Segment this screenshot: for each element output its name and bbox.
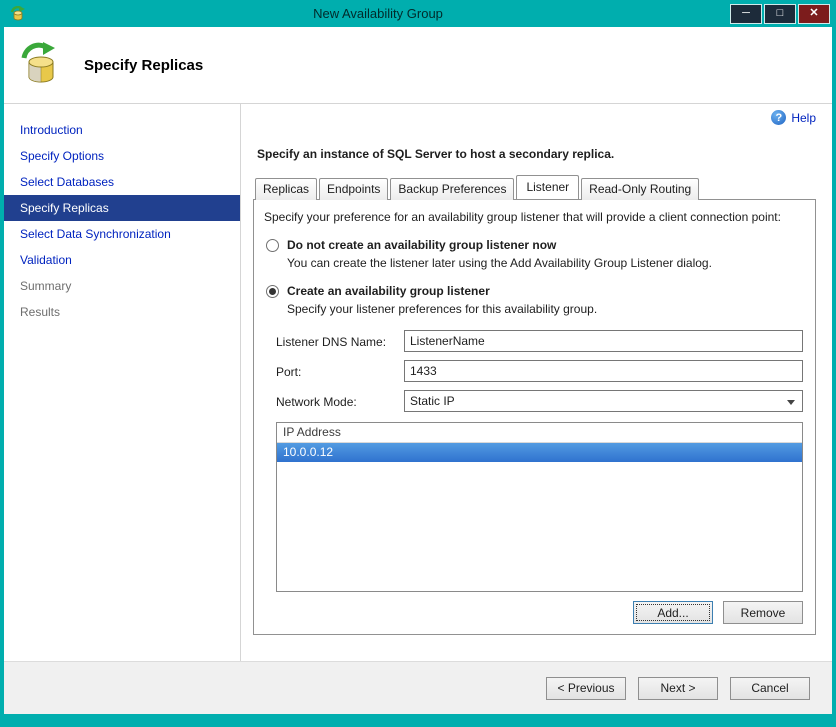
listener-tab-panel: Specify your preference for an availabil… [253, 199, 816, 635]
titlebar: New Availability Group ─ □ ✕ [4, 0, 832, 27]
next-button[interactable]: Next > [638, 676, 718, 700]
listener-form: Listener DNS Name: Port: Network Mode: S… [276, 330, 803, 412]
network-mode-select[interactable]: Static IP [404, 390, 803, 412]
network-mode-value: Static IP [410, 394, 455, 408]
tab-replicas[interactable]: Replicas [255, 178, 318, 200]
ip-address-row[interactable]: 10.0.0.12 [277, 443, 802, 462]
dns-name-label: Listener DNS Name: [276, 334, 387, 349]
dialog-body: Introduction Specify Options Select Data… [4, 104, 832, 661]
sidebar-item-specify-options[interactable]: Specify Options [4, 143, 240, 169]
maximize-icon: □ [776, 7, 784, 19]
wizard-steps-sidebar: Introduction Specify Options Select Data… [4, 104, 241, 661]
radio-create-listener-description: Specify your listener preferences for th… [287, 302, 598, 316]
dialog-window: New Availability Group ─ □ ✕ Specify Rep… [0, 0, 836, 727]
chevron-down-icon [787, 400, 795, 405]
minimize-icon: ─ [742, 7, 750, 19]
sidebar-item-results: Results [20, 305, 61, 319]
listener-intro-text: Specify your preference for an availabil… [264, 210, 781, 224]
radio-no-listener-label: Do not create an availability group list… [287, 238, 557, 252]
radio-create-listener-circle [266, 284, 279, 298]
radio-no-listener[interactable]: Do not create an availability group list… [266, 238, 807, 252]
radio-create-listener[interactable]: Create an availability group listener [266, 284, 807, 298]
tab-endpoints[interactable]: Endpoints [319, 178, 389, 200]
main-content: ? Help Specify an instance of SQL Server… [241, 104, 832, 661]
tab-strip: Replicas Endpoints Backup Preferences Li… [255, 175, 816, 200]
help-label: Help [791, 110, 816, 125]
sidebar-item-select-databases[interactable]: Select Databases [4, 169, 240, 195]
window-title: New Availability Group [313, 6, 443, 21]
sidebar-item-validation[interactable]: Validation [4, 247, 240, 273]
tab-backup-preferences[interactable]: Backup Preferences [390, 178, 515, 200]
maximize-button[interactable]: □ [764, 3, 796, 24]
sidebar-item-select-data-synchronization[interactable]: Select Data Synchronization [4, 221, 240, 247]
cancel-button[interactable]: Cancel [730, 676, 810, 700]
ip-address-column-header: IP Address [277, 423, 802, 443]
port-label: Port: [276, 364, 302, 379]
instruction-text: Specify an instance of SQL Server to hos… [257, 147, 615, 161]
wizard-header: Specify Replicas [4, 27, 832, 104]
previous-button[interactable]: < Previous [546, 676, 626, 700]
help-icon: ? [771, 110, 787, 125]
tab-read-only-routing[interactable]: Read-Only Routing [581, 178, 700, 200]
sidebar-item-specify-replicas[interactable]: Specify Replicas [4, 195, 240, 221]
ip-list-buttons: Add... Remove [266, 601, 803, 624]
minimize-button[interactable]: ─ [730, 3, 762, 24]
remove-button[interactable]: Remove [723, 601, 803, 624]
port-input[interactable] [404, 360, 803, 382]
network-mode-label: Network Mode: [276, 394, 357, 409]
ip-address-list: IP Address 10.0.0.12 [276, 422, 803, 592]
tab-listener[interactable]: Listener [516, 175, 580, 199]
help-link[interactable]: ? Help [253, 110, 816, 125]
availability-group-icon [21, 42, 55, 83]
add-button[interactable]: Add... [633, 601, 713, 624]
sidebar-item-introduction[interactable]: Introduction [4, 117, 240, 143]
dns-name-input[interactable] [404, 330, 803, 352]
close-button[interactable]: ✕ [798, 3, 830, 24]
radio-no-listener-description: You can create the listener later using … [287, 256, 712, 270]
app-icon [10, 5, 25, 20]
dialog-footer: < Previous Next > Cancel [4, 661, 832, 714]
window-controls: ─ □ ✕ [730, 3, 830, 24]
sidebar-item-summary: Summary [20, 279, 72, 293]
radio-no-listener-circle [266, 238, 279, 252]
close-icon: ✕ [809, 7, 819, 19]
page-title: Specify Replicas [84, 56, 204, 74]
radio-create-listener-label: Create an availability group listener [287, 284, 490, 298]
